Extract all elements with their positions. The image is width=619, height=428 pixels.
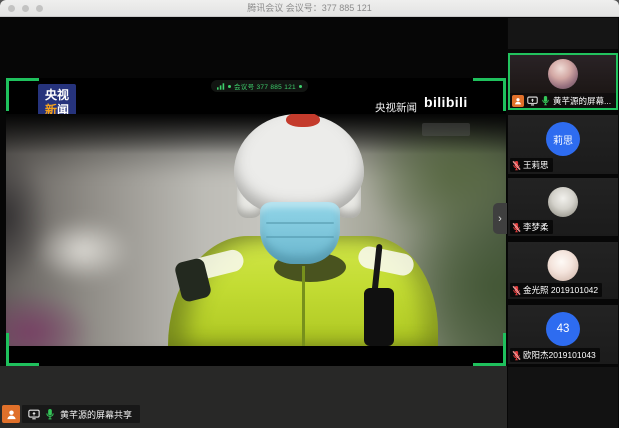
bilibili-logo: bilibili [424, 94, 468, 110]
walkie-talkie [364, 288, 394, 346]
avatar: 43 [546, 312, 580, 346]
chevron-right-icon: › [498, 213, 502, 225]
video-overlay-badge [422, 123, 470, 136]
participant-info-row: 黄芊源的屏幕... [510, 93, 616, 108]
police-helmet [234, 114, 364, 216]
participant-name: 欧阳杰2019101043 [523, 349, 596, 361]
participants-sidebar[interactable]: 黄芊源的屏幕... 莉思 王莉思 李梦柔 金光照 2019101042 [507, 17, 619, 428]
participant-tile[interactable]: 李梦柔 [508, 178, 618, 236]
mask-fold [266, 222, 334, 224]
sidebar-collapse-button[interactable]: › [493, 203, 507, 234]
mini-meeting-bar: 会议号 377 885 121 [211, 80, 308, 92]
participant-tile[interactable]: 43 欧阳杰2019101043 [508, 305, 618, 364]
screen-share-banner: 黄芊源的屏幕共享 [2, 405, 140, 423]
avatar [550, 394, 576, 420]
jacket-zipper [302, 266, 305, 346]
status-dot-icon [299, 85, 302, 88]
window-title: 腾讯会议 会议号：377 885 121 [0, 0, 619, 16]
mic-off-icon [512, 350, 521, 361]
avatar [548, 187, 578, 217]
participant-tile[interactable]: 金光照 2019101042 [508, 242, 618, 299]
participant-tile[interactable]: 莉思 王莉思 [508, 115, 618, 174]
participant-label: 王莉思 [510, 158, 553, 172]
helmet-red-stripe [286, 114, 320, 127]
mic-off-icon [512, 222, 521, 233]
titlebar: 腾讯会议 会议号：377 885 121 [0, 0, 619, 17]
mic-off-icon [512, 160, 521, 171]
share-corner-top-left [6, 78, 39, 111]
surgical-mask [260, 202, 340, 264]
participant-name: 王莉思 [523, 159, 549, 171]
news-video [6, 114, 506, 346]
avatar: 莉思 [546, 122, 580, 156]
presenter-icon [2, 405, 20, 423]
shared-screen: 央视 新闻 会议号 377 885 121 央视新闻 bilibili [6, 78, 506, 366]
avatar [548, 250, 579, 281]
participant-tile-partial[interactable] [508, 18, 618, 49]
mini-meeting-id: 会议号 377 885 121 [234, 81, 296, 91]
participant-name: 黄芊源的屏幕... [553, 95, 611, 107]
screen-share-icon [28, 409, 40, 420]
participant-name: 李梦柔 [523, 221, 549, 233]
participant-tile-partial[interactable] [508, 367, 618, 428]
participant-label: 欧阳杰2019101043 [510, 348, 600, 362]
participant-label: 李梦柔 [510, 220, 553, 234]
screen-share-icon [527, 96, 538, 106]
share-corner-bottom-right [473, 333, 506, 366]
presenter-icon [512, 95, 524, 107]
share-corner-bottom-left [6, 333, 39, 366]
record-dot-icon [228, 85, 231, 88]
mic-on-icon [541, 95, 550, 106]
cctv-logo-line1: 央视 [38, 88, 76, 103]
signal-icon [217, 83, 225, 90]
participant-label: 金光照 2019101042 [510, 283, 602, 297]
mic-off-icon [512, 285, 521, 296]
participant-name: 金光照 2019101042 [523, 284, 598, 296]
participant-tile-sharing[interactable]: 黄芊源的屏幕... [508, 53, 618, 110]
share-banner-label: 黄芊源的屏幕共享 [60, 408, 132, 421]
meeting-window: 腾讯会议 会议号：377 885 121 央视 新闻 会议号 377 885 1… [0, 0, 619, 428]
mic-on-icon [45, 408, 55, 420]
mask-fold [266, 236, 334, 238]
avatar [548, 59, 578, 89]
channel-name: 央视新闻 [375, 100, 417, 115]
share-corner-top-right [473, 78, 506, 111]
share-banner-pill: 黄芊源的屏幕共享 [22, 405, 140, 423]
